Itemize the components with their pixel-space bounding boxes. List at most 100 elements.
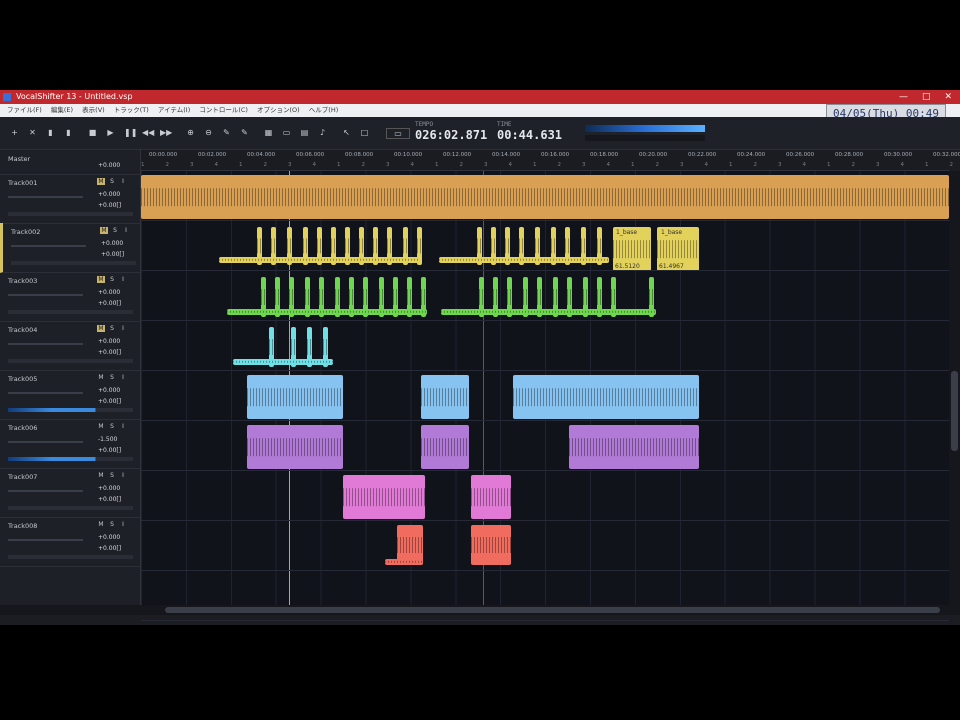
volume-slider[interactable] (8, 441, 83, 443)
horizontal-scrollbar[interactable] (0, 605, 960, 615)
zoom-in-icon[interactable]: ⊕ (186, 128, 195, 137)
forward-icon[interactable]: ▶▶ (160, 128, 172, 137)
audio-clip-track006[interactable] (247, 425, 343, 469)
pitch-line-track003[interactable] (441, 309, 656, 315)
solo-button[interactable]: S (108, 472, 116, 479)
horizontal-scroll-thumb[interactable] (165, 607, 940, 613)
menu-item[interactable]: アイテム(I) (158, 106, 190, 114)
track-header[interactable]: Track007 M S I +0.000 +0.00[] (0, 468, 140, 518)
track-header[interactable]: Track006 M S I -1.500 +0.00[] (0, 419, 140, 469)
volume-slider[interactable] (8, 294, 83, 296)
audio-clip-track005[interactable] (513, 375, 699, 419)
menu-track[interactable]: トラック(T) (114, 106, 149, 114)
audio-clip-track007[interactable] (343, 475, 425, 519)
mute-button[interactable]: M (100, 227, 108, 234)
vertical-scrollbar[interactable] (949, 171, 960, 605)
pencil-icon[interactable]: ✎ (240, 128, 249, 137)
pitch-line-track008[interactable] (385, 559, 423, 565)
track-header[interactable]: Track008 M S I +0.000 +0.00[] (0, 517, 140, 567)
solo-button[interactable]: S (108, 423, 116, 430)
input-button[interactable]: I (119, 325, 127, 332)
pitch-line-track004[interactable] (233, 359, 333, 365)
volume-slider[interactable] (8, 196, 83, 198)
input-button[interactable]: I (119, 374, 127, 381)
volume-slider[interactable] (8, 539, 83, 541)
input-button[interactable]: I (119, 178, 127, 185)
zoom-out-icon[interactable]: ⊖ (204, 128, 213, 137)
select-icon[interactable]: □ (360, 128, 369, 137)
track-header[interactable]: Track002 M S I +0.000 +0.00[] (0, 223, 143, 273)
timeline-subtick: 2 (263, 162, 268, 168)
arrangement-area[interactable]: 1_base 1_base 61.5120 61.4967 (141, 171, 949, 621)
split-icon[interactable]: ▮ (46, 128, 55, 137)
tool-icon[interactable]: ✎ (222, 128, 231, 137)
pitch-line-track002[interactable] (219, 257, 419, 263)
grid-icon[interactable]: ▦ (264, 128, 273, 137)
solo-button[interactable]: S (108, 276, 116, 283)
input-button[interactable]: I (119, 521, 127, 528)
mute-button[interactable]: M (97, 276, 105, 283)
minimize-button[interactable]: — (899, 90, 908, 104)
audio-clip-track006[interactable] (421, 425, 469, 469)
volume-slider[interactable] (8, 343, 83, 345)
marker-icon[interactable]: ▮ (64, 128, 73, 137)
menu-file[interactable]: ファイル(F) (7, 106, 42, 114)
pause-icon[interactable]: ❚❚ (124, 128, 137, 137)
pitch-line-track002[interactable] (439, 257, 609, 263)
mute-button[interactable]: M (97, 521, 105, 528)
menu-help[interactable]: ヘルプ(H) (309, 106, 338, 114)
pan-value: +0.00[] (98, 447, 122, 454)
audio-clip-track005[interactable] (247, 375, 343, 419)
timeline-tick: 00:02.000 (198, 152, 227, 158)
track-header[interactable]: Track005 M S I +0.000 +0.00[] (0, 370, 140, 420)
note-icon[interactable]: ♪ (318, 128, 327, 137)
audio-clip-track007[interactable] (471, 475, 511, 519)
rewind-icon[interactable]: ◀◀ (142, 128, 154, 137)
solo-button[interactable]: S (108, 178, 116, 185)
add-icon[interactable]: + (10, 128, 19, 137)
master-track[interactable]: Master +0.000 (0, 150, 140, 175)
play-icon[interactable]: ▶ (106, 128, 115, 137)
audio-clip-track005[interactable] (421, 375, 469, 419)
solo-button[interactable]: S (108, 521, 116, 528)
volume-slider[interactable] (11, 245, 86, 247)
audio-clip-track006[interactable] (569, 425, 699, 469)
track-header[interactable]: Track001 M S I +0.000 +0.00[] (0, 174, 140, 224)
mute-button[interactable]: M (97, 374, 105, 381)
input-button[interactable]: I (119, 276, 127, 283)
menu-option[interactable]: オプション(O) (257, 106, 300, 114)
mute-button[interactable]: M (97, 472, 105, 479)
stop-icon[interactable]: ■ (88, 128, 97, 137)
loop-icon[interactable]: ▭ (282, 128, 291, 137)
input-button[interactable]: I (119, 423, 127, 430)
input-button[interactable]: I (122, 227, 130, 234)
mute-button[interactable]: M (97, 178, 105, 185)
menu-edit[interactable]: 編集(E) (51, 106, 73, 114)
pitch-line-track003[interactable] (227, 309, 427, 315)
track-header[interactable]: Track004 M S I +0.000 +0.00[] (0, 321, 140, 371)
track-level-meter (8, 506, 133, 510)
volume-slider[interactable] (8, 392, 83, 394)
solo-button[interactable]: S (108, 325, 116, 332)
delete-icon[interactable]: ✕ (28, 128, 37, 137)
track-header[interactable]: Track003 M S I +0.000 +0.00[] (0, 272, 140, 322)
timeline-ruler[interactable]: 00:00.000 00:02.000 00:04.000 00:06.000 00:0… (141, 150, 960, 171)
solo-button[interactable]: S (111, 227, 119, 234)
snap-icon[interactable]: ▭ (386, 128, 410, 139)
input-button[interactable]: I (119, 472, 127, 479)
mute-button[interactable]: M (97, 325, 105, 332)
timeline-subtick: 4 (214, 162, 219, 168)
vertical-scroll-thumb[interactable] (951, 371, 958, 451)
menu-view[interactable]: 表示(V) (82, 106, 105, 114)
audio-clip-track008[interactable] (471, 525, 511, 565)
volume-slider[interactable] (8, 490, 83, 492)
cursor-icon[interactable]: ↖ (342, 128, 351, 137)
audio-clip-track001[interactable] (141, 175, 949, 219)
metronome-icon[interactable]: ▤ (300, 128, 309, 137)
menu-control[interactable]: コントロール(C) (199, 106, 248, 114)
maximize-button[interactable]: □ (922, 90, 931, 104)
solo-button[interactable]: S (108, 374, 116, 381)
timeline-subtick: 2 (851, 162, 856, 168)
mute-button[interactable]: M (97, 423, 105, 430)
close-button[interactable]: ✕ (944, 90, 952, 104)
